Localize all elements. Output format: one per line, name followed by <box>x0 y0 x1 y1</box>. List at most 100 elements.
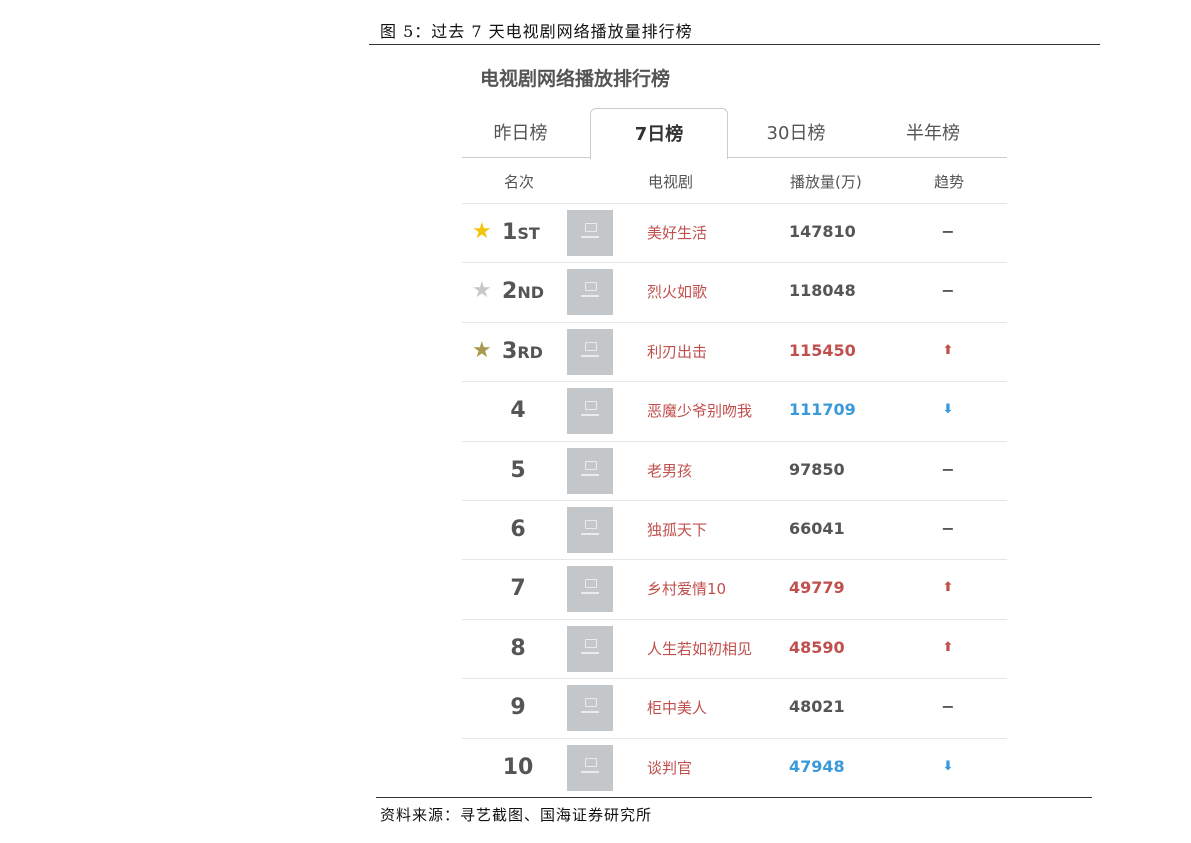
play-count: 47948 <box>789 756 845 776</box>
table-row[interactable]: ★ 3RD 利刃出击 115450 ⬆ <box>462 321 1007 381</box>
star-icon: ★ <box>472 219 492 244</box>
arrow-up-icon: ⬆ <box>942 580 954 596</box>
poster-thumbnail[interactable] <box>567 625 613 672</box>
poster-thumbnail[interactable] <box>567 685 613 732</box>
poster-thumbnail[interactable] <box>567 328 613 375</box>
rank-number: 2 <box>502 279 518 305</box>
drama-name-link[interactable]: 美好生活 <box>647 222 707 243</box>
rank-label: 2ND <box>502 277 544 308</box>
placeholder-line <box>581 236 599 238</box>
table-row[interactable]: 10 谈判官 47948 ⬇ <box>462 737 1007 797</box>
rank-number: 7 <box>510 576 526 602</box>
table-row[interactable]: 4 恶魔少爷别吻我 111709 ⬇ <box>462 381 1007 440</box>
rank-label: 1ST <box>502 218 540 249</box>
arrow-up-icon: ⬆ <box>942 639 954 655</box>
drama-name-link[interactable]: 烈火如歌 <box>647 281 707 302</box>
placeholder-line <box>581 711 599 714</box>
play-count: 66041 <box>789 518 845 538</box>
rank-number: 1 <box>502 220 518 245</box>
dash-icon: − <box>941 281 955 301</box>
ranking-list: ★ 1ST 美好生活 147810− ★ 2ND 烈火如歌 118048− ★ 3RD 利刃出击 11… <box>462 203 1007 797</box>
tab-yesterday[interactable]: 昨日榜 <box>462 108 579 157</box>
table-row[interactable]: 6 独孤天下 66041 − <box>462 499 1007 559</box>
placeholder-line <box>581 651 599 654</box>
column-header-trend: 趋势 <box>934 173 965 191</box>
rank-number: 8 <box>510 635 526 661</box>
dash-icon: − <box>941 518 955 538</box>
table-row[interactable]: 5 老男孩 97850 − <box>462 440 1007 500</box>
drama-name-link[interactable]: 谈判官 <box>647 757 692 778</box>
placeholder-line <box>581 295 599 298</box>
play-count: 49779 <box>789 578 845 598</box>
drama-name-link[interactable]: 老男孩 <box>647 460 692 481</box>
dash-icon: − <box>941 222 955 241</box>
rank-number: 6 <box>510 516 526 542</box>
image-placeholder-icon <box>585 579 597 589</box>
star-icon: ★ <box>472 278 492 304</box>
table-row[interactable]: ★ 1ST 美好生活 147810 − <box>462 203 1007 262</box>
top-rule <box>369 44 1100 45</box>
image-placeholder-icon <box>585 401 597 411</box>
rank-number: 10 <box>502 754 534 780</box>
tab-bar: 昨日榜 7日榜 30日榜 半年榜 <box>462 108 1007 159</box>
drama-name-link[interactable]: 柜中美人 <box>647 697 707 718</box>
table-row[interactable]: 9 柜中美人 48021 − <box>462 678 1007 737</box>
poster-thumbnail[interactable] <box>567 566 613 613</box>
column-header-plays: 播放量(万) <box>790 173 862 191</box>
placeholder-line <box>581 770 599 773</box>
figure-caption: 图 5：过去 7 天电视剧网络播放量排行榜 <box>380 22 693 41</box>
poster-thumbnail[interactable] <box>567 506 613 553</box>
poster-thumbnail[interactable] <box>567 447 613 494</box>
column-header-drama: 电视剧 <box>648 173 694 191</box>
rank-number: 9 <box>510 695 526 721</box>
image-placeholder-icon <box>585 341 597 351</box>
bottom-rule <box>376 797 1092 798</box>
tab-7day[interactable]: 7日榜 <box>590 108 728 159</box>
rank-number: 5 <box>510 457 526 483</box>
image-placeholder-icon <box>585 519 597 529</box>
table-row[interactable]: 8 人生若如初相见 48590 ⬆ <box>462 618 1007 678</box>
rank-label: 3RD <box>502 337 543 368</box>
placeholder-line <box>581 592 599 595</box>
drama-name-link[interactable]: 恶魔少爷别吻我 <box>647 400 752 421</box>
play-count: 48590 <box>789 637 845 657</box>
drama-name-link[interactable]: 利刃出击 <box>647 341 707 362</box>
drama-name-link[interactable]: 人生若如初相见 <box>647 638 752 659</box>
rank-suffix: ND <box>517 283 544 303</box>
image-placeholder-icon <box>585 282 597 292</box>
star-icon: ★ <box>472 337 492 363</box>
image-placeholder-icon <box>585 638 597 648</box>
dash-icon: − <box>941 459 955 479</box>
rank-suffix: RD <box>517 342 543 362</box>
rank-suffix: ST <box>517 224 540 243</box>
column-header-rank: 名次 <box>504 173 535 191</box>
table-row[interactable]: 7 乡村爱情10 49779 ⬆ <box>462 559 1007 618</box>
play-count: 97850 <box>789 459 845 479</box>
source-note: 资料来源：寻艺截图、国海证券研究所 <box>380 806 653 824</box>
play-count: 147810 <box>789 222 856 241</box>
image-placeholder-icon <box>585 460 597 470</box>
tab-halfyear[interactable]: 半年榜 <box>867 108 999 157</box>
poster-thumbnail[interactable] <box>567 210 613 256</box>
play-count: 115450 <box>789 340 856 360</box>
play-count: 48021 <box>789 697 845 717</box>
image-placeholder-icon <box>585 757 597 767</box>
drama-name-link[interactable]: 独孤天下 <box>647 519 707 540</box>
play-count: 111709 <box>789 400 856 420</box>
placeholder-line <box>581 354 599 357</box>
arrow-up-icon: ⬆ <box>942 342 954 358</box>
placeholder-line <box>581 414 599 417</box>
tab-30day[interactable]: 30日榜 <box>730 108 862 157</box>
drama-name-link[interactable]: 乡村爱情10 <box>647 578 726 599</box>
table-row[interactable]: ★ 2ND 烈火如歌 118048 − <box>462 262 1007 321</box>
image-placeholder-icon <box>585 698 597 708</box>
poster-thumbnail[interactable] <box>567 744 613 791</box>
rank-number: 3 <box>502 338 518 364</box>
poster-thumbnail[interactable] <box>567 388 613 435</box>
widget-title: 电视剧网络播放排行榜 <box>480 68 671 90</box>
play-count: 118048 <box>789 281 856 301</box>
rank-number: 4 <box>510 398 526 424</box>
poster-thumbnail[interactable] <box>567 269 613 316</box>
arrow-down-icon: ⬇ <box>942 402 954 418</box>
arrow-down-icon: ⬇ <box>942 758 954 774</box>
